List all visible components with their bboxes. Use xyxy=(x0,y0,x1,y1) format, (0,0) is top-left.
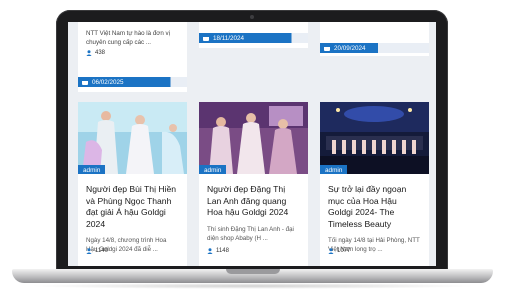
view-count-value: 1077 xyxy=(337,248,351,254)
person-icon xyxy=(86,248,92,254)
article-card[interactable]: admin Người đẹp Đặng Thị Lan Anh đăng qu… xyxy=(199,102,308,266)
date-text: 20/09/2024 xyxy=(334,44,366,52)
person-icon xyxy=(86,50,92,56)
date-text: 18/11/2024 xyxy=(213,34,245,42)
laptop-notch xyxy=(225,269,280,274)
author-badge[interactable]: admin xyxy=(320,165,348,174)
article-title[interactable]: Người đẹp Bùi Thị Hiền và Phùng Ngọc Tha… xyxy=(78,174,187,230)
author-badge[interactable]: admin xyxy=(78,165,106,174)
article-excerpt: Thí sinh Đặng Thị Lan Anh - đại diện sho… xyxy=(207,225,294,242)
webcam-icon xyxy=(250,15,254,19)
view-count: 1140 xyxy=(78,245,116,254)
laptop-shadow xyxy=(28,283,477,289)
laptop-base xyxy=(12,269,493,283)
article-card[interactable]: admin Người đẹp Bùi Thị Hiền và Phùng Ng… xyxy=(78,102,187,266)
view-count: 1077 xyxy=(320,245,358,254)
article-title[interactable]: Người đẹp Đặng Thị Lan Anh đăng quang Ho… xyxy=(199,174,308,219)
date-text: 06/02/2025 xyxy=(92,78,124,86)
view-count-value: 438 xyxy=(95,50,106,56)
person-icon xyxy=(328,248,334,254)
article-snippet-line-2: chuyên cung cấp các ... xyxy=(86,39,152,46)
stage-photo-image xyxy=(320,102,429,174)
date-bar: 20/09/2024 xyxy=(320,43,429,53)
author-badge[interactable]: admin xyxy=(199,165,227,174)
article-card[interactable]: admin Sự trở lại đầy ngoạn mục của Hoa H… xyxy=(320,102,429,266)
pageant-photo-image xyxy=(199,102,308,174)
calendar-icon xyxy=(203,35,209,41)
date-bar: 06/02/2025 xyxy=(78,77,187,87)
article-snippet-line-1: NTT Việt Nam tự hào là đơn vị xyxy=(86,30,170,37)
pageant-photo-image xyxy=(78,102,187,174)
laptop-screen: NTT Việt Nam tự hào là đơn vị chuyên cun… xyxy=(68,22,436,266)
view-count-value: 1140 xyxy=(95,248,108,254)
view-count: 1148 xyxy=(199,245,237,254)
view-count: 438 xyxy=(78,47,187,56)
view-count-value: 1148 xyxy=(216,248,229,254)
article-title[interactable]: Sự trở lại đầy ngoạn mục của Hoa Hậu Gol… xyxy=(320,174,429,230)
date-bar: 18/11/2024 xyxy=(199,33,308,43)
article-thumbnail[interactable]: admin xyxy=(320,102,429,174)
person-icon xyxy=(207,248,213,254)
calendar-icon xyxy=(324,45,330,51)
calendar-icon xyxy=(82,79,88,85)
article-thumbnail[interactable]: admin xyxy=(199,102,308,174)
article-thumbnail[interactable]: admin xyxy=(78,102,187,174)
